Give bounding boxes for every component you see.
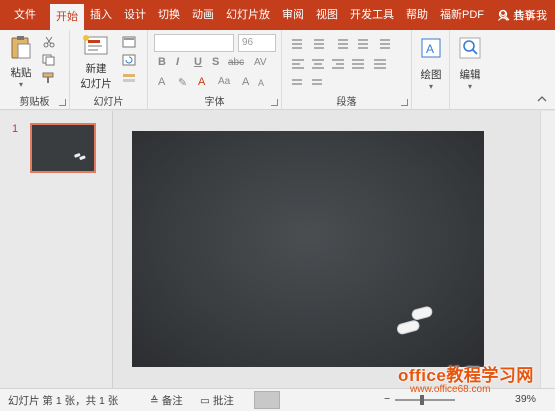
new-slide-icon <box>83 35 108 55</box>
vertical-scrollbar[interactable] <box>540 111 555 388</box>
cut-icon[interactable] <box>42 36 56 48</box>
new-slide-button[interactable]: 新建 幻灯片 <box>76 34 116 91</box>
tab-help[interactable]: 帮助 <box>400 0 434 30</box>
font-size-value: 96 <box>242 37 254 48</box>
slide-info: 幻灯片 第 1 张，共 1 张 <box>8 395 119 407</box>
tab-slideshow[interactable]: 幻灯片放 <box>220 0 276 30</box>
grow-font-button[interactable]: A <box>242 76 249 88</box>
zoom-slider[interactable] <box>395 399 455 401</box>
tab-animations[interactable]: 动画 <box>186 0 220 30</box>
slide-editing-area <box>114 111 555 388</box>
reading-view-button[interactable] <box>318 391 344 409</box>
clipboard-icon <box>11 36 31 59</box>
paragraph-controls[interactable] <box>290 36 408 96</box>
group-paragraph: 段落 <box>282 30 412 110</box>
share-button[interactable]: 共享 <box>497 0 535 30</box>
slides-group-label: 幻灯片 <box>93 97 124 108</box>
slide-number: 1 <box>12 123 19 135</box>
comments-label: 批注 <box>212 395 234 407</box>
zoom-thumb[interactable] <box>420 395 424 405</box>
font-color-button[interactable]: A <box>198 76 205 88</box>
shadow-button[interactable]: S <box>212 56 219 68</box>
ribbon-tab-bar: 文件 开始 插入 设计 切换 动画 幻灯片放 审阅 视图 开发工具 帮助 福新P… <box>0 0 555 30</box>
editing-button[interactable]: 编辑 ▾ <box>454 36 486 91</box>
watermark-url: www.office68.com <box>410 384 491 395</box>
layout-icon[interactable] <box>122 36 136 48</box>
slide-thumbnail[interactable] <box>30 123 96 173</box>
copy-icon[interactable] <box>42 54 56 66</box>
tab-review[interactable]: 审阅 <box>276 0 310 30</box>
chalk-image <box>396 306 433 335</box>
highlight-button[interactable]: ✎ <box>178 76 187 89</box>
tab-insert[interactable]: 插入 <box>84 0 118 30</box>
editing-label: 编辑 <box>459 69 481 81</box>
font-name-field[interactable] <box>154 34 234 52</box>
group-editing: 编辑 ▾ <box>450 30 490 110</box>
watermark-text: office教程学习网 <box>398 366 534 385</box>
new-slide-label-2: 幻灯片 <box>80 78 112 90</box>
underline-button[interactable]: U <box>194 56 202 68</box>
tab-developer[interactable]: 开发工具 <box>344 0 400 30</box>
slide-sorter-button[interactable] <box>286 391 312 409</box>
tab-design[interactable]: 设计 <box>118 0 152 30</box>
group-slides: 新建 幻灯片 幻灯片 <box>70 30 148 110</box>
tab-pdf[interactable]: 福新PDF <box>434 0 490 30</box>
drawing-label: 绘图 <box>420 69 442 81</box>
paragraph-group-label: 段落 <box>336 97 357 108</box>
svg-text:A: A <box>426 42 434 56</box>
ribbon: 粘贴 ▾ 剪贴板 新建 幻灯片 幻灯片 96 B I U S abc AV A … <box>0 30 555 110</box>
tab-home[interactable]: 开始 <box>50 4 84 30</box>
bold-button[interactable]: B <box>158 56 166 68</box>
slideshow-button[interactable] <box>350 391 376 409</box>
font-size-field[interactable]: 96 <box>238 34 276 52</box>
italic-button[interactable]: I <box>176 56 179 68</box>
paste-button[interactable]: 粘贴 ▾ <box>6 34 36 89</box>
zoom-level[interactable]: 39% <box>515 393 536 405</box>
paragraph-launcher[interactable] <box>401 99 408 106</box>
group-font: 96 B I U S abc AV A ✎ A Aa A A 字体 <box>148 30 282 110</box>
find-icon <box>459 37 481 59</box>
slide-thumbnail-panel: 1 <box>0 111 113 388</box>
tab-file[interactable]: 文件 <box>0 0 50 30</box>
strikethrough-button[interactable]: abc <box>228 57 244 68</box>
group-drawing: A 绘图 ▾ <box>412 30 450 110</box>
change-case-button[interactable]: Aa <box>218 76 230 87</box>
reset-icon[interactable] <box>122 54 136 66</box>
normal-view-button[interactable] <box>254 391 280 409</box>
char-spacing-button[interactable]: AV <box>254 57 267 68</box>
tab-transitions[interactable]: 切换 <box>152 0 186 30</box>
zoom-out-button[interactable]: − <box>384 393 390 405</box>
tab-view[interactable]: 视图 <box>310 0 344 30</box>
person-icon <box>498 9 508 21</box>
notes-button[interactable]: ≙ 备注 <box>150 393 183 408</box>
font-launcher[interactable] <box>271 99 278 106</box>
chalk-icon <box>74 153 86 160</box>
font-group-label: 字体 <box>204 97 225 108</box>
paste-label: 粘贴 <box>10 67 32 79</box>
drawing-button[interactable]: A 绘图 ▾ <box>416 36 446 91</box>
shapes-icon: A <box>421 38 441 58</box>
text-effects-button[interactable]: A <box>158 76 165 88</box>
format-painter-icon[interactable] <box>42 72 56 84</box>
shrink-font-button[interactable]: A <box>258 78 264 88</box>
notes-label: 备注 <box>161 395 183 407</box>
group-clipboard: 粘贴 ▾ 剪贴板 <box>0 30 70 110</box>
slide-canvas[interactable] <box>132 131 484 367</box>
new-slide-label-1: 新建 <box>85 63 107 75</box>
share-label: 共享 <box>513 10 535 22</box>
clipboard-launcher[interactable] <box>59 99 66 106</box>
comments-button[interactable]: ▭ 批注 <box>200 393 234 408</box>
section-icon[interactable] <box>122 72 136 84</box>
collapse-ribbon-icon[interactable] <box>537 95 547 103</box>
